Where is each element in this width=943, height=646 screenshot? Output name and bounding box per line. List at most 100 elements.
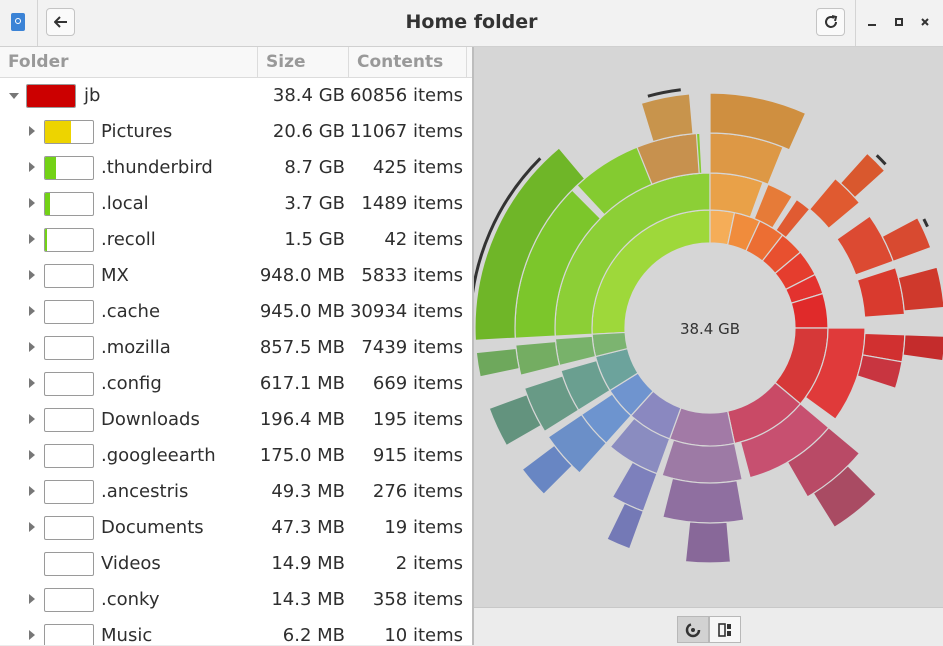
usage-bar [44,120,94,144]
rings-chart[interactable]: 38.4 GB [468,47,943,607]
column-header-folder[interactable]: Folder [0,47,258,77]
expander-arrow-icon[interactable] [29,486,35,496]
folder-contents: 10 items [384,625,463,645]
ring-segment[interactable] [640,93,694,143]
ring-segment[interactable] [606,502,645,550]
usage-bar [44,516,94,540]
folder-contents: 60856 items [349,85,463,106]
folder-contents: 915 items [372,445,463,466]
usage-bar [44,480,94,504]
folder-row[interactable]: Downloads 196.4 MB 195 items [0,402,472,438]
folder-row[interactable]: Documents 47.3 MB 19 items [0,510,472,546]
ring-segment[interactable] [897,266,943,312]
folder-size: 175.0 MB [259,445,345,466]
expander-arrow-icon[interactable] [29,630,35,640]
rings-view-button[interactable] [677,616,709,643]
folder-row[interactable]: .cache 945.0 MB 30934 items [0,294,472,330]
column-header-size[interactable]: Size [258,47,349,77]
folder-row[interactable]: Music 6.2 MB 10 items [0,618,472,645]
usage-bar [44,336,94,360]
expander-arrow-icon[interactable] [29,234,35,244]
folder-contents: 30934 items [349,301,463,322]
ring-segment[interactable] [515,340,561,376]
folder-size: 8.7 GB [284,157,345,178]
window-title: Home folder [405,11,538,33]
folder-size: 14.3 MB [271,589,345,610]
expander-arrow-icon[interactable] [29,450,35,460]
folder-size: 38.4 GB [272,85,345,106]
usage-bar [44,588,94,612]
folder-row[interactable]: .mozilla 857.5 MB 7439 items [0,330,472,366]
expander-arrow-icon[interactable] [29,270,35,280]
folder-name: Documents [101,517,204,538]
folder-name: .recoll [101,229,156,250]
expander-arrow-icon[interactable] [29,306,35,316]
close-button[interactable] [915,12,935,32]
usage-bar [44,228,94,252]
usage-bar [44,444,94,468]
expander-arrow-icon[interactable] [29,162,35,172]
ring-center-label: 38.4 GB [680,320,740,338]
expander-arrow-icon[interactable] [29,378,35,388]
treemap-view-button[interactable] [709,616,741,643]
folder-contents: 19 items [384,517,463,538]
folder-size: 3.7 GB [284,193,345,214]
minimize-button[interactable] [862,12,882,32]
ring-segment[interactable] [662,477,745,524]
separator [855,0,856,46]
usage-bar [44,156,94,180]
ring-segment[interactable] [475,347,520,378]
folder-size: 196.4 MB [259,409,345,430]
folder-row[interactable]: .config 617.1 MB 669 items [0,366,472,402]
usage-bar-fill [27,85,75,107]
folder-row[interactable]: jb 38.4 GB 60856 items [0,78,472,114]
ring-segment[interactable] [856,266,906,318]
expander-arrow-icon[interactable] [29,594,35,604]
folder-name: .config [101,373,162,394]
folder-row[interactable]: .ancestris 49.3 MB 276 items [0,474,472,510]
truncation-marker [922,218,929,228]
ring-segment[interactable] [684,521,732,564]
ring-segment[interactable] [554,335,597,367]
column-header-contents[interactable]: Contents [349,47,467,77]
folder-name: Pictures [101,121,173,142]
folder-name: Music [101,625,153,645]
folder-row[interactable]: .thunderbird 8.7 GB 425 items [0,150,472,186]
folder-row[interactable]: .conky 14.3 MB 358 items [0,582,472,618]
maximize-button[interactable] [889,12,909,32]
folder-contents: 5833 items [361,265,463,286]
usage-bar [44,192,94,216]
folder-row[interactable]: .googleearth 175.0 MB 915 items [0,438,472,474]
folder-size: 857.5 MB [259,337,345,358]
folder-row[interactable]: Videos 14.9 MB 2 items [0,546,472,582]
folder-name: .conky [101,589,160,610]
folder-name: .googleearth [101,445,216,466]
refresh-button[interactable] [816,8,845,36]
folder-row[interactable]: Pictures 20.6 GB 11067 items [0,114,472,150]
ring-segment[interactable] [661,439,743,484]
usage-bar [44,408,94,432]
folder-row[interactable]: .local 3.7 GB 1489 items [0,186,472,222]
separator [37,0,38,46]
usage-bar [44,372,94,396]
column-header-row: Folder Size Contents [0,47,472,78]
expander-arrow-icon[interactable] [29,126,35,136]
ring-segment[interactable] [902,334,943,362]
arrow-left-icon [53,16,67,28]
back-button[interactable] [46,8,75,36]
folder-size: 6.2 MB [282,625,345,645]
folder-row[interactable]: .recoll 1.5 GB 42 items [0,222,472,258]
expander-arrow-icon[interactable] [29,198,35,208]
rings-chart-icon [685,622,701,637]
expander-arrow-icon[interactable] [29,522,35,532]
folder-size: 47.3 MB [271,517,345,538]
folder-name: Downloads [101,409,200,430]
expander-arrow-icon[interactable] [29,342,35,352]
folder-contents: 358 items [372,589,463,610]
folder-size: 617.1 MB [259,373,345,394]
expander-arrow-icon[interactable] [29,414,35,424]
folder-row[interactable]: MX 948.0 MB 5833 items [0,258,472,294]
chart-panel: 38.4 GB [468,47,943,607]
ring-segment[interactable] [836,215,895,276]
expander-arrow-icon[interactable] [9,93,19,99]
